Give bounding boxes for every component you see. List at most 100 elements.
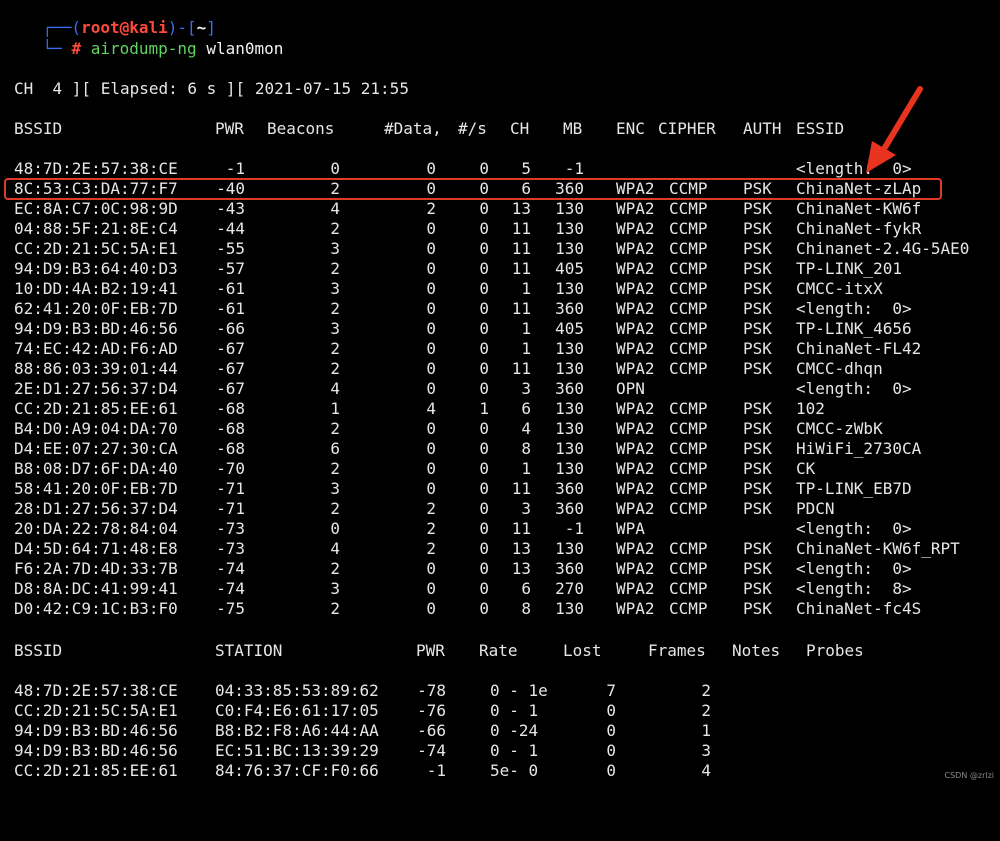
ap-cell-mb: 405 [555,259,584,278]
ap-cell-beacons: 2 [330,459,340,478]
ap-cell-mb: -1 [564,159,584,178]
ap-cell-per-sec: 0 [479,459,489,478]
ap-cell-enc: WPA2 [616,239,655,258]
ap-cell-ch: 11 [511,299,531,318]
ap-row: 20:DA:22:78:84:04 -73 0 2 0 11 -1 WPA <length: 0… [0,519,1000,539]
ap-cell-mb: 130 [555,199,584,218]
ap-cell-beacons: 4 [330,539,340,558]
ap-cell-pwr: -73 [216,539,245,558]
ap-cell-pwr: -61 [216,279,245,298]
ap-cell-essid: CK [796,459,816,478]
ap-cell-bssid: 94:D9:B3:64:40:D3 [14,259,178,278]
ap-table-header: BSSID PWR Beacons #Data, #/s CH MB ENC C… [0,119,1000,139]
ap-cell-pwr: -68 [216,419,245,438]
ap-cell-enc: WPA2 [616,399,655,418]
ap-cell-beacons: 0 [330,519,340,538]
ap-cell-pwr: -43 [216,199,245,218]
station-cell-pwr: -78 [417,681,446,700]
ap-cell-essid: ChinaNet-FL42 [796,339,922,358]
ap-cell-beacons: 0 [330,159,340,178]
station-cell-frames: 1 [701,721,711,740]
ap-cell-per-sec: 1 [479,399,489,418]
ap-cell-per-sec: 0 [479,199,489,218]
ap-cell-mb: 360 [555,499,584,518]
prompt-line-1: ┌──(root@kali)-[~] [4,0,216,37]
ap-cell-data: 0 [426,379,436,398]
station-cell-bssid: 94:D9:B3:BD:46:56 [14,721,178,740]
ap-cell-cipher: CCMP [669,319,708,338]
arrow-icon [866,86,923,173]
ap-cell-per-sec: 0 [479,299,489,318]
ap-cell-pwr: -57 [216,259,245,278]
ap-cell-auth: PSK [743,539,772,558]
ap-cell-mb: 130 [555,419,584,438]
ap-cell-ch: 11 [511,239,531,258]
ap-cell-pwr: -61 [216,299,245,318]
station-header-rate: Rate [479,641,518,660]
ap-cell-essid: <length: 8> [796,579,912,598]
ap-cell-data: 0 [426,599,436,618]
station-cell-lost: 7 [606,681,616,700]
ap-row: D4:EE:07:27:30:CA -68 6 0 0 8 130 WPA2 CCMP PSK Hi… [0,439,1000,459]
ap-cell-auth: PSK [743,279,772,298]
ap-cell-bssid: 58:41:20:0F:EB:7D [14,479,178,498]
ap-cell-ch: 13 [511,559,531,578]
station-row: 94:D9:B3:BD:46:56 EC:51:BC:13:39:29 -74 0 -… [0,741,1000,761]
station-cell-pwr: -66 [417,721,446,740]
ap-cell-per-sec: 0 [479,259,489,278]
ap-cell-mb: 130 [555,399,584,418]
ap-cell-pwr: -67 [216,359,245,378]
highlight-box [4,178,942,200]
ap-cell-bssid: 2E:D1:27:56:37:D4 [14,379,178,398]
ap-cell-mb: -1 [564,519,584,538]
station-cell-bssid: 48:7D:2E:57:38:CE [14,681,178,700]
ap-cell-auth: PSK [743,259,772,278]
ap-cell-bssid: 62:41:20:0F:EB:7D [14,299,178,318]
ap-cell-enc: WPA2 [616,279,655,298]
ap-cell-mb: 130 [555,439,584,458]
ap-cell-per-sec: 0 [479,319,489,338]
ap-cell-mb: 130 [555,219,584,238]
ap-cell-essid: ChinaNet-fc4S [796,599,922,618]
ap-cell-auth: PSK [743,239,772,258]
ap-cell-beacons: 3 [330,239,340,258]
station-row: CC:2D:21:85:EE:61 84:76:37:CF:F0:66 -1 5e- … [0,761,1000,781]
ap-cell-data: 2 [426,499,436,518]
ap-cell-mb: 360 [555,479,584,498]
station-cell-bssid: 94:D9:B3:BD:46:56 [14,741,178,760]
ap-cell-essid: PDCN [796,499,835,518]
ap-cell-beacons: 2 [330,339,340,358]
station-header-notes: Notes [732,641,781,660]
ap-cell-per-sec: 0 [479,519,489,538]
ap-cell-enc: WPA2 [616,199,655,218]
ap-cell-pwr: -74 [216,579,245,598]
ap-cell-enc: WPA2 [616,359,655,378]
ap-cell-bssid: B8:08:D7:6F:DA:40 [14,459,178,478]
station-cell-station: 84:76:37:CF:F0:66 [215,761,379,780]
ap-cell-ch: 11 [511,219,531,238]
station-cell-frames: 4 [701,761,711,780]
header-mb: MB [563,119,583,138]
ap-cell-per-sec: 0 [479,159,489,178]
ap-cell-data: 0 [426,579,436,598]
ap-cell-ch: 3 [521,499,531,518]
ap-cell-mb: 130 [555,359,584,378]
ap-cell-pwr: -66 [216,319,245,338]
ap-cell-enc: WPA2 [616,319,655,338]
ap-cell-enc: WPA [616,519,645,538]
header-enc: ENC [616,119,645,138]
ap-row: 62:41:20:0F:EB:7D -61 2 0 0 11 360 WPA2 CCMP PSK <… [0,299,1000,319]
ap-cell-enc: WPA2 [616,299,655,318]
ap-cell-bssid: CC:2D:21:85:EE:61 [14,399,178,418]
command-name: airodump-ng [90,39,197,58]
ap-cell-data: 0 [426,279,436,298]
ap-cell-data: 0 [426,559,436,578]
ap-row: 48:7D:2E:57:38:CE -1 0 0 0 5 -1 <length: 0> [0,159,1000,179]
ap-cell-ch: 1 [521,319,531,338]
ap-cell-bssid: 28:D1:27:56:37:D4 [14,499,178,518]
station-cell-rate: 0 -24 [490,721,539,740]
ap-cell-per-sec: 0 [479,379,489,398]
ap-cell-bssid: B4:D0:A9:04:DA:70 [14,419,178,438]
ap-row: 10:DD:4A:B2:19:41 -61 3 0 0 1 130 WPA2 CCMP PSK CM… [0,279,1000,299]
ap-cell-essid: 102 [796,399,825,418]
